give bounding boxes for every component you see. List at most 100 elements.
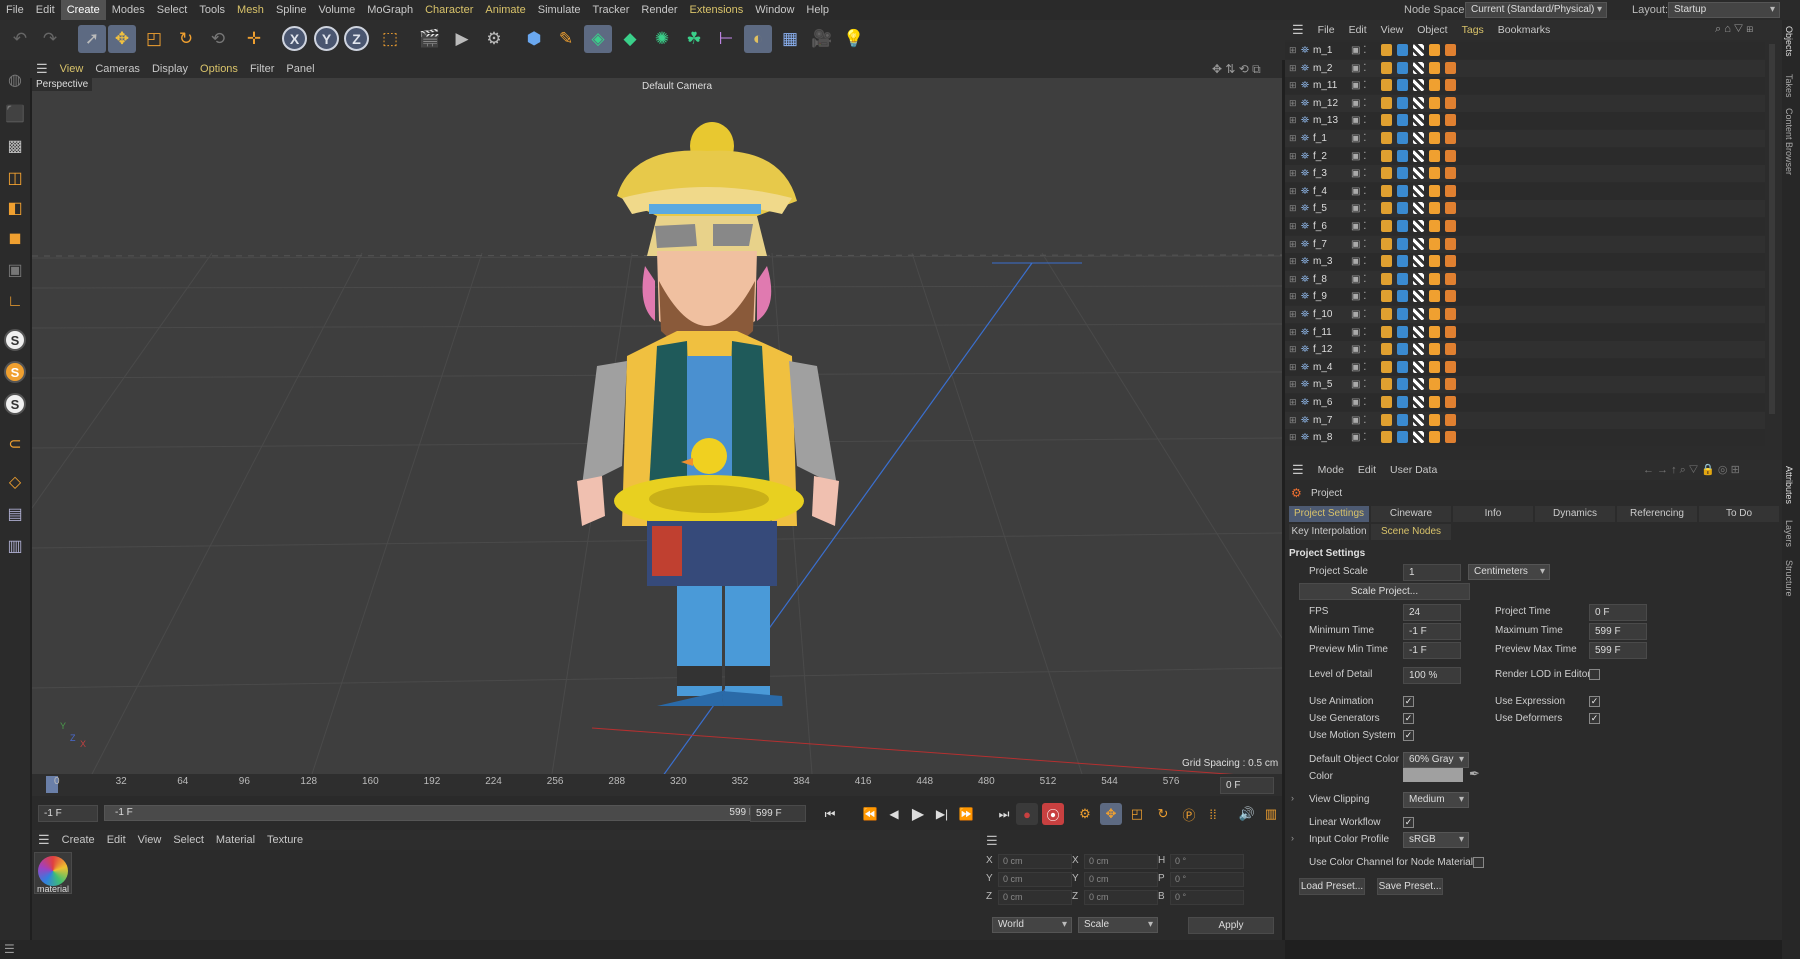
range-start-field[interactable]: -1 F [38, 805, 98, 822]
visibility-toggle-icon[interactable]: ▣ ⁚ [1351, 151, 1366, 162]
attribute-nav-icons[interactable]: ← → ↑ ⌕ ▽ 🔒 ◎ ⊞ [1643, 463, 1740, 477]
menu-tools[interactable]: Tools [193, 0, 231, 20]
material-menu-view[interactable]: View [132, 831, 168, 849]
viewport-menu-display[interactable]: Display [146, 60, 194, 78]
visibility-toggle-icon[interactable]: ▣ ⁚ [1351, 63, 1366, 74]
camera-icon[interactable]: 🎥 [808, 25, 836, 53]
snap-icon[interactable]: ⊂ [2, 430, 28, 458]
visibility-toggle-icon[interactable]: ▣ ⁚ [1351, 203, 1366, 214]
coordinate-value-field[interactable]: 0 cm [998, 872, 1072, 887]
coordinate-value-field[interactable]: 0 ° [1170, 890, 1244, 905]
object-tag-icon[interactable] [1397, 413, 1408, 426]
object-name[interactable]: f_8 [1313, 274, 1327, 285]
object-row[interactable]: ⊞ ⛯ f_3 ▣ ⁚ [1285, 165, 1765, 183]
expand-icon[interactable]: ⊞ [1289, 63, 1297, 74]
menu-edit[interactable]: Edit [30, 0, 61, 20]
visibility-toggle-icon[interactable]: ▣ ⁚ [1351, 221, 1366, 232]
coordinate-value-field[interactable]: 0 cm [998, 854, 1072, 869]
key-position-icon[interactable]: ✥ [1100, 803, 1122, 825]
lod-field[interactable]: 100 % [1403, 667, 1461, 684]
use-expression-checkbox[interactable]: ✓ [1589, 696, 1600, 707]
object-tag-icon[interactable] [1381, 237, 1392, 250]
material-menu-select[interactable]: Select [167, 831, 210, 849]
object-tag-icon[interactable] [1429, 325, 1440, 338]
viewport-menu-cameras[interactable]: Cameras [89, 60, 146, 78]
status-menu-icon[interactable]: ☰ [4, 942, 15, 956]
hamburger-icon[interactable]: ☰ [30, 60, 54, 78]
object-tag-icon[interactable] [1429, 237, 1440, 250]
rotate-tool-icon[interactable]: ↻ [172, 25, 200, 53]
object-tag-icon[interactable] [1445, 132, 1456, 144]
object-tag-icon[interactable] [1413, 114, 1424, 127]
next-key-icon[interactable]: ⏩ [956, 804, 976, 824]
object-tag-icon[interactable] [1381, 202, 1392, 215]
key-scale-icon[interactable]: ◰ [1126, 803, 1148, 825]
select-tool-icon[interactable]: ➚ [78, 25, 106, 53]
object-tag-icon[interactable] [1413, 290, 1424, 303]
menu-modes[interactable]: Modes [106, 0, 151, 20]
object-tag-icon[interactable] [1381, 272, 1392, 285]
input-profile-select[interactable]: sRGB [1403, 832, 1469, 848]
object-tag-icon[interactable] [1445, 308, 1456, 320]
expand-icon[interactable]: ⊞ [1289, 327, 1297, 338]
expand-icon[interactable]: ⊞ [1289, 151, 1297, 162]
tab-key-interpolation[interactable]: Key Interpolation [1289, 524, 1369, 540]
visibility-toggle-icon[interactable]: ▣ ⁚ [1351, 415, 1366, 426]
object-tag-icon[interactable] [1429, 44, 1440, 56]
object-name[interactable]: m_5 [1313, 379, 1332, 390]
object-menu-file[interactable]: File [1311, 20, 1342, 40]
object-tag-icon[interactable] [1429, 184, 1440, 197]
object-tag-icon[interactable] [1445, 272, 1456, 285]
locked-workplane-icon[interactable]: ▤ [2, 500, 28, 528]
default-color-select[interactable]: 60% Gray [1403, 752, 1469, 768]
attribute-hamburger-icon[interactable]: ☰ [1285, 460, 1311, 480]
character-model[interactable] [527, 106, 857, 706]
object-tag-icon[interactable] [1445, 202, 1456, 215]
object-hamburger-icon[interactable]: ☰ [1285, 20, 1311, 40]
planar-workplane-icon[interactable]: ▥ [2, 532, 28, 560]
object-name[interactable]: m_1 [1313, 45, 1332, 56]
preview-max-field[interactable]: 599 F [1589, 642, 1647, 659]
object-tag-icon[interactable] [1397, 378, 1408, 391]
object-tag-icon[interactable] [1397, 114, 1408, 127]
object-row[interactable]: ⊞ ⛯ f_11 ▣ ⁚ [1285, 323, 1765, 341]
object-tag-icon[interactable] [1381, 255, 1392, 268]
side-tab-objects[interactable]: Objects [1784, 26, 1794, 57]
attribute-menu-mode[interactable]: Mode [1311, 460, 1351, 480]
object-name[interactable]: m_7 [1313, 415, 1332, 426]
material-menu-material[interactable]: Material [210, 831, 261, 849]
object-tag-icon[interactable] [1397, 149, 1408, 162]
go-to-end-icon[interactable]: ⏭ [994, 804, 1014, 824]
project-scale-field[interactable]: 1 [1403, 564, 1461, 581]
object-tag-icon[interactable] [1413, 132, 1424, 144]
material-menu-edit[interactable]: Edit [101, 831, 132, 849]
object-name[interactable]: m_11 [1313, 80, 1337, 91]
coordinate-hamburger-icon[interactable]: ☰ [986, 833, 998, 849]
x-axis-lock-icon[interactable]: X [282, 26, 307, 51]
linear-workflow-checkbox[interactable]: ✓ [1403, 817, 1414, 828]
object-tag-icon[interactable] [1381, 167, 1392, 180]
object-tag-icon[interactable] [1397, 202, 1408, 215]
object-tag-icon[interactable] [1381, 220, 1392, 232]
object-tag-icon[interactable] [1429, 308, 1440, 320]
visibility-toggle-icon[interactable]: ▣ ⁚ [1351, 239, 1366, 250]
save-preset-button[interactable]: Save Preset... [1377, 878, 1443, 895]
expand-icon[interactable]: ⊞ [1289, 98, 1297, 109]
visibility-toggle-icon[interactable]: ▣ ⁚ [1351, 432, 1366, 443]
expand-icon[interactable]: ⊞ [1289, 203, 1297, 214]
expand-icon[interactable]: ⊞ [1289, 45, 1297, 56]
object-tag-icon[interactable] [1397, 325, 1408, 338]
key-rotation-icon[interactable]: ↻ [1152, 803, 1174, 825]
object-tag-icon[interactable] [1397, 272, 1408, 285]
object-row[interactable]: ⊞ ⛯ f_10 ▣ ⁚ [1285, 306, 1765, 323]
viewport-menu-options[interactable]: Options [194, 60, 244, 78]
object-row[interactable]: ⊞ ⛯ f_2 ▣ ⁚ [1285, 147, 1765, 165]
visibility-toggle-icon[interactable]: ▣ ⁚ [1351, 168, 1366, 179]
menu-render[interactable]: Render [635, 0, 683, 20]
object-name[interactable]: f_1 [1313, 133, 1327, 144]
expand-icon[interactable]: ⊞ [1289, 115, 1297, 126]
object-row[interactable]: ⊞ ⛯ m_1 ▣ ⁚ [1285, 42, 1765, 59]
expand-icon[interactable]: ⊞ [1289, 186, 1297, 197]
object-row[interactable]: ⊞ ⛯ f_5 ▣ ⁚ [1285, 200, 1765, 218]
deformer-icon[interactable]: ⊢ [712, 25, 740, 53]
